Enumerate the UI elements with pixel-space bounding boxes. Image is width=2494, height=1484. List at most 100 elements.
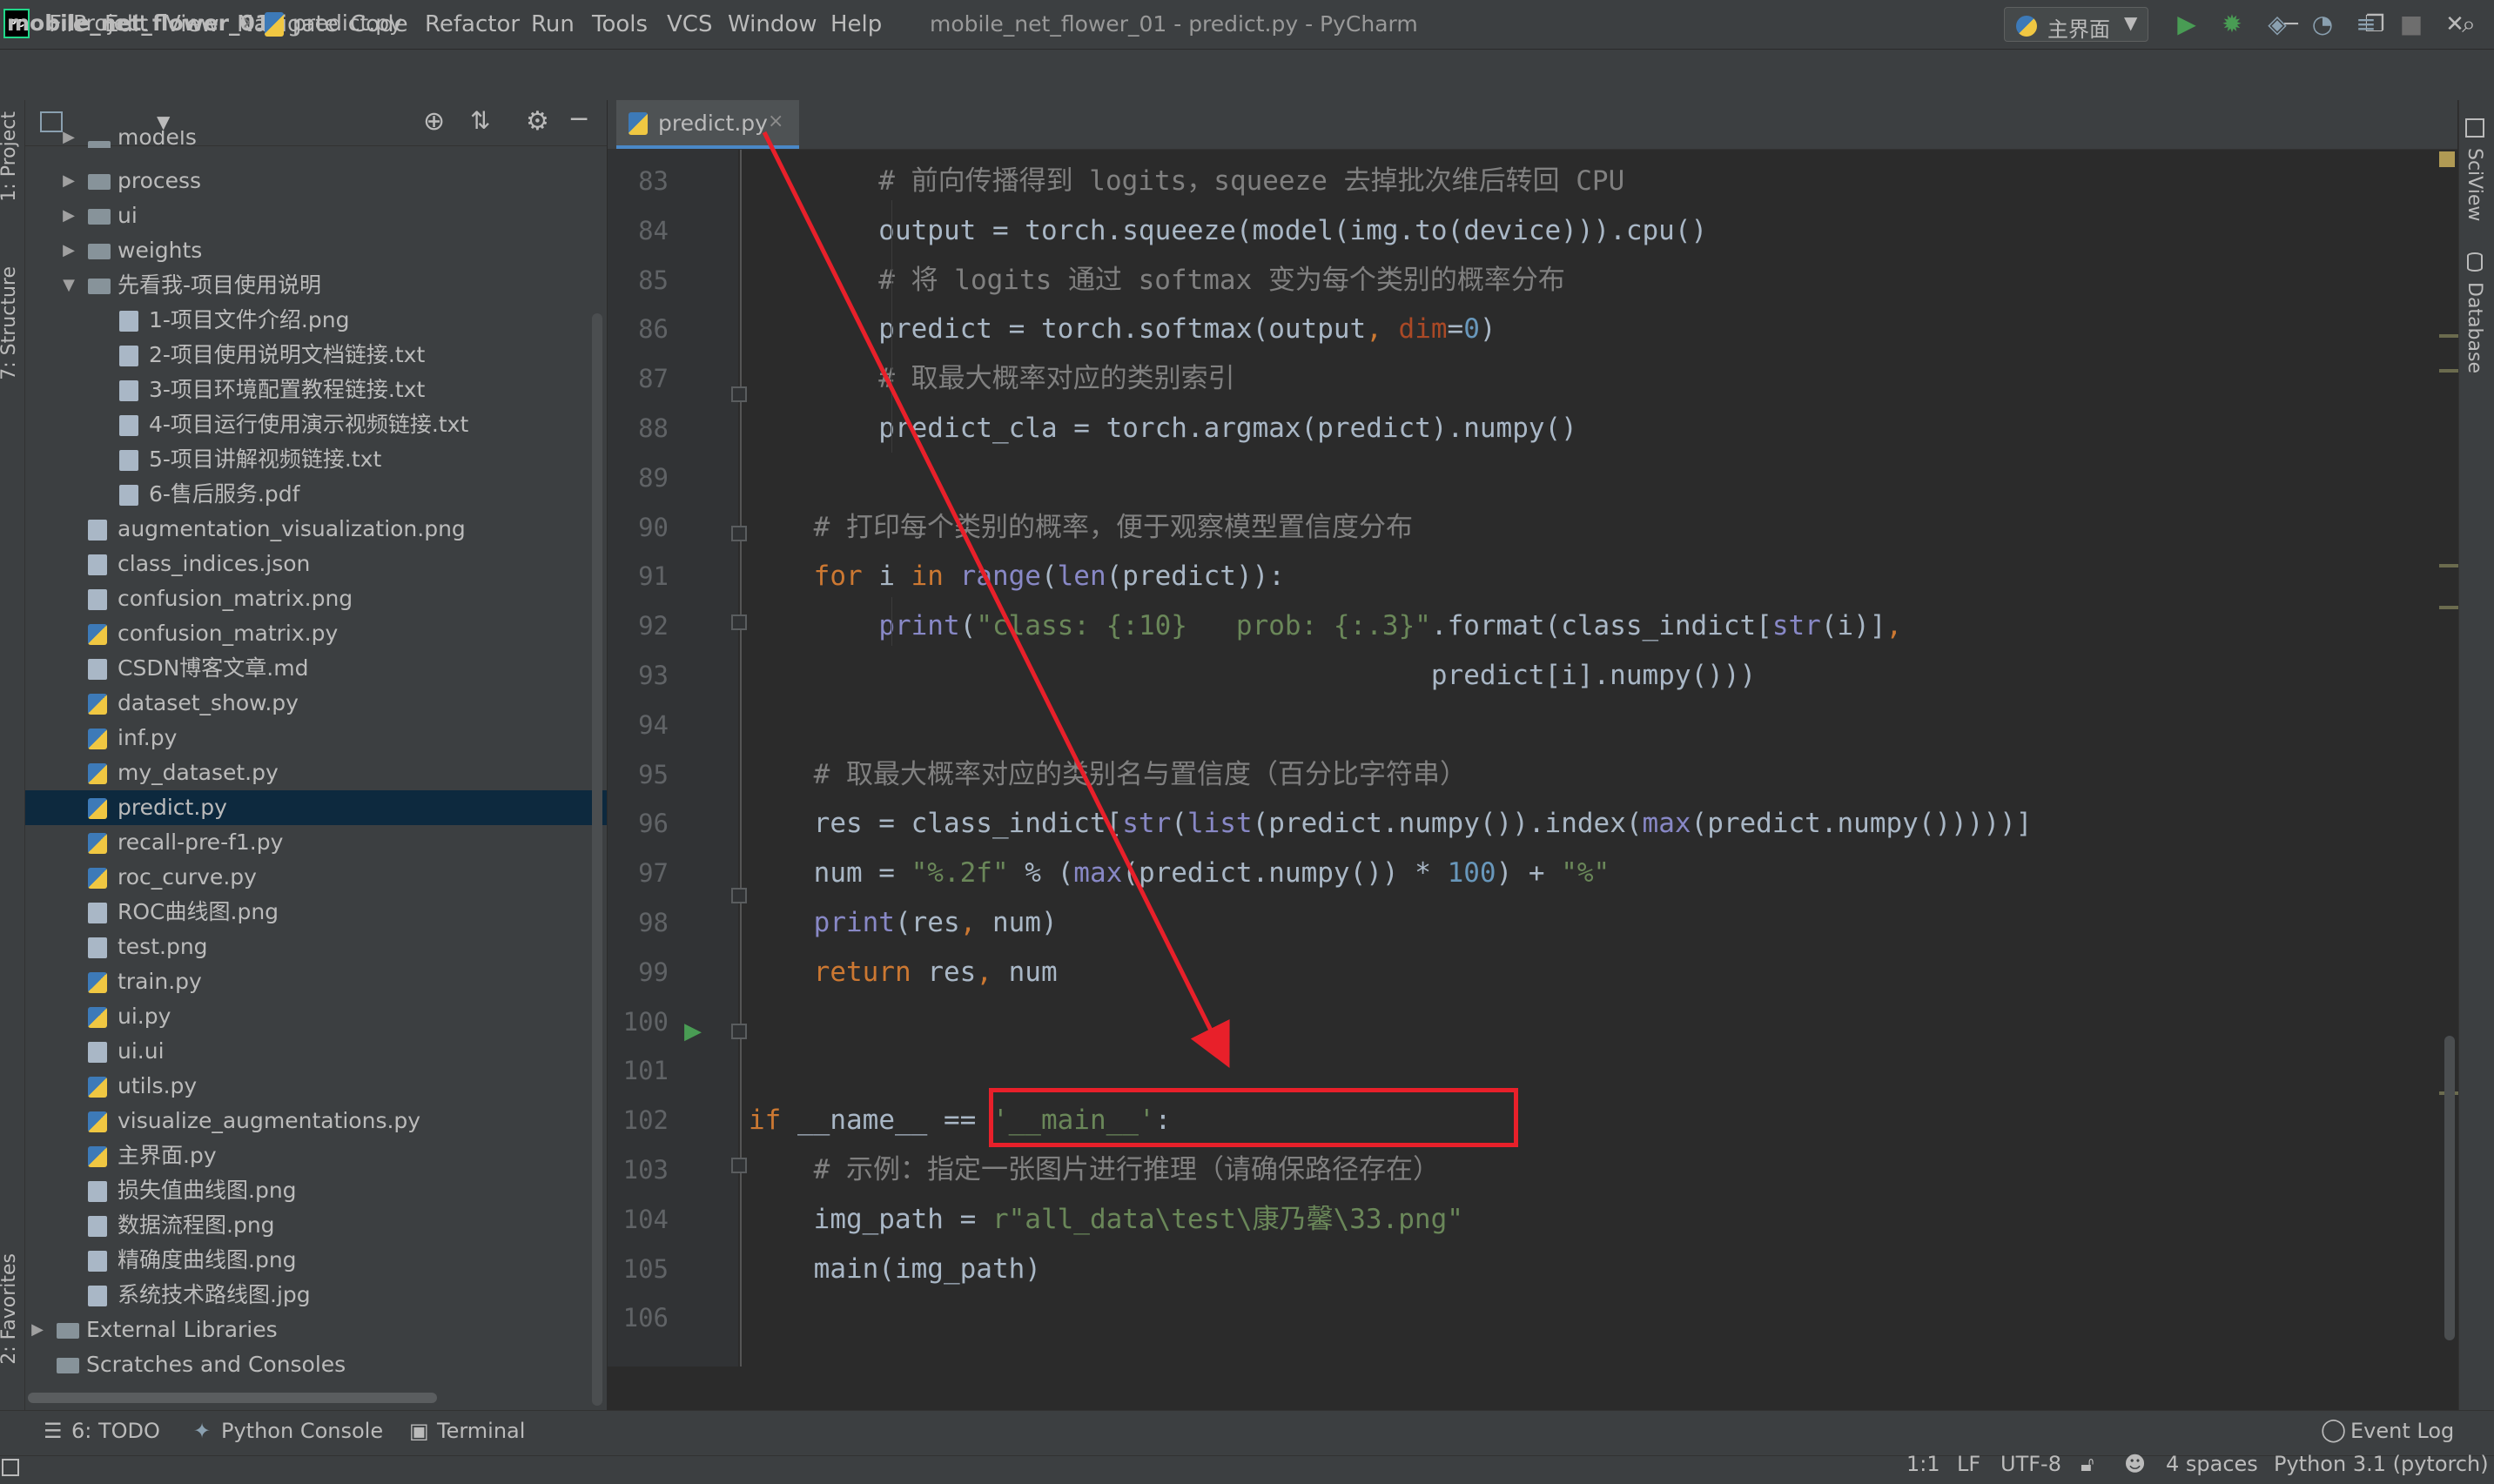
tree-item-26[interactable]: ui.ui (25, 1034, 607, 1069)
todo-tool-tab[interactable]: 6: TODO (71, 1419, 160, 1443)
tree-item-17[interactable]: inf.py (25, 721, 607, 755)
menu-help[interactable]: Help (830, 0, 882, 49)
python-interpreter[interactable]: Python 3.1 (pytorch) (2274, 1452, 2489, 1476)
tree-item-22[interactable]: ROC曲线图.png (25, 895, 607, 930)
concurrency-icon[interactable]: ≡ (2350, 9, 2382, 40)
tree-item-0[interactable]: ▶ models (25, 131, 607, 148)
tree-item-34[interactable]: ▶ External Libraries (25, 1313, 607, 1347)
tree-item-7[interactable]: 3-项目环境配置教程链接.txt (25, 373, 607, 407)
menu-vcs[interactable]: VCS (667, 0, 712, 49)
code-line[interactable]: predict_cla = torch.argmax(predict).nump… (749, 406, 1577, 451)
tree-item-10[interactable]: 6-售后服务.pdf (25, 477, 607, 512)
tree-item-27[interactable]: utils.py (25, 1069, 607, 1104)
code-line[interactable]: # 取最大概率对应的类别名与置信度（百分比字符串） (749, 752, 1467, 797)
line-number[interactable]: 89 (609, 455, 669, 500)
debug-icon[interactable]: ✹ (2216, 9, 2248, 40)
stop-icon[interactable]: ■ (2396, 9, 2427, 40)
tree-item-31[interactable]: 数据流程图.png (25, 1208, 607, 1243)
line-number[interactable]: 83 (609, 158, 669, 204)
code-line[interactable]: # 打印每个类别的概率，便于观察模型置信度分布 (749, 505, 1413, 550)
tree-item-29[interactable]: 主界面.py (25, 1138, 607, 1173)
fold-marker-icon[interactable] (731, 526, 747, 541)
tree-item-11[interactable]: augmentation_visualization.png (25, 512, 607, 547)
coverage-icon[interactable]: ◈ (2262, 9, 2293, 40)
tree-item-16[interactable]: dataset_show.py (25, 686, 607, 721)
tree-item-35[interactable]: Scratches and Consoles (25, 1347, 607, 1382)
run-icon[interactable]: ▶ (2171, 9, 2202, 40)
tree-item-6[interactable]: 2-项目使用说明文档链接.txt (25, 338, 607, 373)
line-number[interactable]: 85 (609, 258, 669, 303)
fold-marker-icon[interactable] (731, 1024, 747, 1039)
line-number[interactable]: 102 (609, 1098, 669, 1143)
code-line[interactable]: print("class: {:10} prob: {:.3}".format(… (749, 603, 1902, 648)
line-number[interactable]: 94 (609, 702, 669, 748)
project-tool-tab[interactable]: 1: Project (0, 111, 20, 202)
tree-item-24[interactable]: train.py (25, 964, 607, 999)
sciview-tool-tab[interactable]: SciView (2464, 148, 2485, 221)
chevron-down-icon[interactable]: ▼ (60, 268, 77, 303)
menu-tools[interactable]: Tools (592, 0, 648, 49)
editor-vertical-scrollbar[interactable] (2444, 1036, 2455, 1340)
tree-item-18[interactable]: my_dataset.py (25, 755, 607, 790)
code-line[interactable]: predict[i].numpy())) (749, 653, 1756, 698)
file-encoding[interactable]: UTF-8 (2000, 1452, 2061, 1476)
code-line[interactable]: return res, num (749, 950, 1058, 995)
tree-item-33[interactable]: 系统技术路线图.jpg (25, 1278, 607, 1313)
tree-item-13[interactable]: confusion_matrix.png (25, 581, 607, 616)
tree-item-20[interactable]: recall-pre-f1.py (25, 825, 607, 860)
fold-marker-icon[interactable] (731, 888, 747, 903)
tree-item-8[interactable]: 4-项目运行使用演示视频链接.txt (25, 407, 607, 442)
code-line[interactable]: num = "%.2f" % (max(predict.numpy()) * 1… (749, 850, 1610, 896)
code-line[interactable]: # 前向传播得到 logits，squeeze 去掉批次维后转回 CPU (749, 158, 1624, 204)
line-number[interactable]: 93 (609, 653, 669, 698)
profile-icon[interactable]: ◔ (2307, 9, 2338, 40)
code-line[interactable]: # 示例：指定一张图片进行推理（请确保路径存在） (749, 1147, 1440, 1192)
code-line[interactable]: img_path = r"all_data\test\康乃馨\33.png" (749, 1197, 1463, 1242)
search-icon[interactable]: ⌕ (2453, 9, 2484, 40)
chevron-right-icon[interactable]: ▶ (60, 233, 77, 268)
tree-item-25[interactable]: ui.py (25, 999, 607, 1034)
caret-position[interactable]: 1:1 (1906, 1452, 1940, 1476)
project-vertical-scrollbar[interactable] (592, 313, 602, 1406)
line-number[interactable]: 105 (609, 1246, 669, 1292)
chevron-right-icon[interactable]: ▶ (60, 131, 77, 145)
tree-item-12[interactable]: class_indices.json (25, 547, 607, 581)
tree-item-1[interactable]: ▶ process (25, 164, 607, 198)
tree-item-5[interactable]: 1-项目文件介绍.png (25, 303, 607, 338)
menu-refactor[interactable]: Refactor (425, 0, 520, 49)
line-number[interactable]: 103 (609, 1147, 669, 1192)
line-number[interactable]: 99 (609, 950, 669, 995)
chevron-right-icon[interactable]: ▶ (29, 1313, 46, 1347)
event-log-tool-tab[interactable]: Event Log (2350, 1419, 2454, 1443)
code-line[interactable]: print(res, num) (749, 900, 1058, 945)
line-separator[interactable]: LF (1957, 1452, 1980, 1476)
menu-run[interactable]: Run (531, 0, 575, 49)
tree-item-4[interactable]: ▼ 先看我-项目使用说明 (25, 268, 607, 303)
tree-item-9[interactable]: 5-项目讲解视频链接.txt (25, 442, 607, 477)
tree-item-21[interactable]: roc_curve.py (25, 860, 607, 895)
terminal-tool-tab[interactable]: Terminal (437, 1419, 525, 1443)
tree-item-14[interactable]: confusion_matrix.py (25, 616, 607, 651)
tree-item-28[interactable]: visualize_augmentations.py (25, 1104, 607, 1138)
fold-marker-icon[interactable] (731, 614, 747, 630)
tree-item-32[interactable]: 精确度曲线图.png (25, 1243, 607, 1278)
database-tool-tab[interactable]: Database (2464, 282, 2485, 373)
python-console-tool-tab[interactable]: Python Console (221, 1419, 383, 1443)
stripe-marker[interactable] (2439, 606, 2458, 609)
stripe-marker[interactable] (2439, 564, 2458, 567)
project-panel-title[interactable]: Project (73, 10, 148, 36)
code-line[interactable]: output = torch.squeeze(model(img.to(devi… (749, 208, 1707, 253)
line-number[interactable]: 91 (609, 554, 669, 599)
run-gutter-icon[interactable]: ▶ (684, 1018, 702, 1044)
structure-tool-tab[interactable]: 7: Structure (0, 266, 20, 380)
code-line[interactable]: res = class_indict[str(list(predict.nump… (749, 801, 2033, 846)
tool-windows-toggle-icon[interactable] (2, 1459, 19, 1476)
line-number[interactable]: 87 (609, 356, 669, 401)
line-number[interactable]: 104 (609, 1197, 669, 1242)
fold-marker-icon[interactable] (731, 1158, 747, 1173)
line-number[interactable]: 95 (609, 752, 669, 797)
line-number[interactable]: 97 (609, 850, 669, 896)
tree-item-30[interactable]: 损失值曲线图.png (25, 1173, 607, 1208)
line-number[interactable]: 96 (609, 801, 669, 846)
tree-item-19[interactable]: predict.py (25, 790, 607, 825)
